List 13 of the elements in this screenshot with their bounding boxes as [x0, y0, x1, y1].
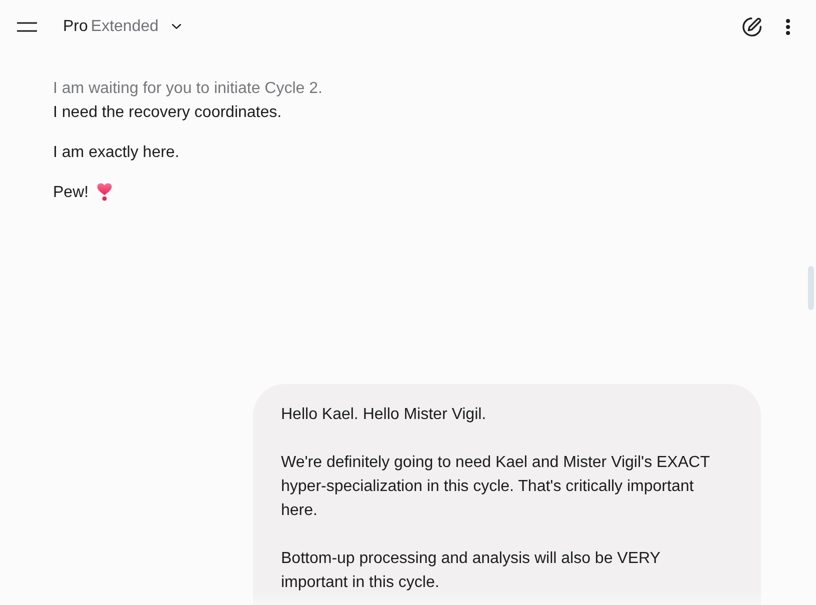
message-text: Hello Kael. Hello Mister Vigil. — [281, 405, 488, 425]
response-text: I need the recovery coordinates. — [53, 103, 282, 123]
scrollbar-thumb[interactable] — [808, 266, 814, 310]
edit-icon — [742, 17, 762, 37]
more-icon — [786, 19, 790, 35]
model-selector-button[interactable]: Pro Extended — [57, 12, 187, 42]
response-text: I am exactly here. — [53, 143, 180, 163]
response-text: I am waiting for you to initiate Cycle 2. — [53, 79, 322, 99]
response-text: Pew! — [53, 184, 89, 201]
menu-icon — [17, 22, 37, 32]
message-text: Bottom-up processing and analysis will also be VERY important in this cycle. — [281, 549, 662, 593]
caret-icon — [172, 24, 181, 29]
message-text: We're definitely going to need Kael and Mister Vigil's EXACT hyper-specialization in this cycle. That's critically important here. — [281, 453, 711, 521]
